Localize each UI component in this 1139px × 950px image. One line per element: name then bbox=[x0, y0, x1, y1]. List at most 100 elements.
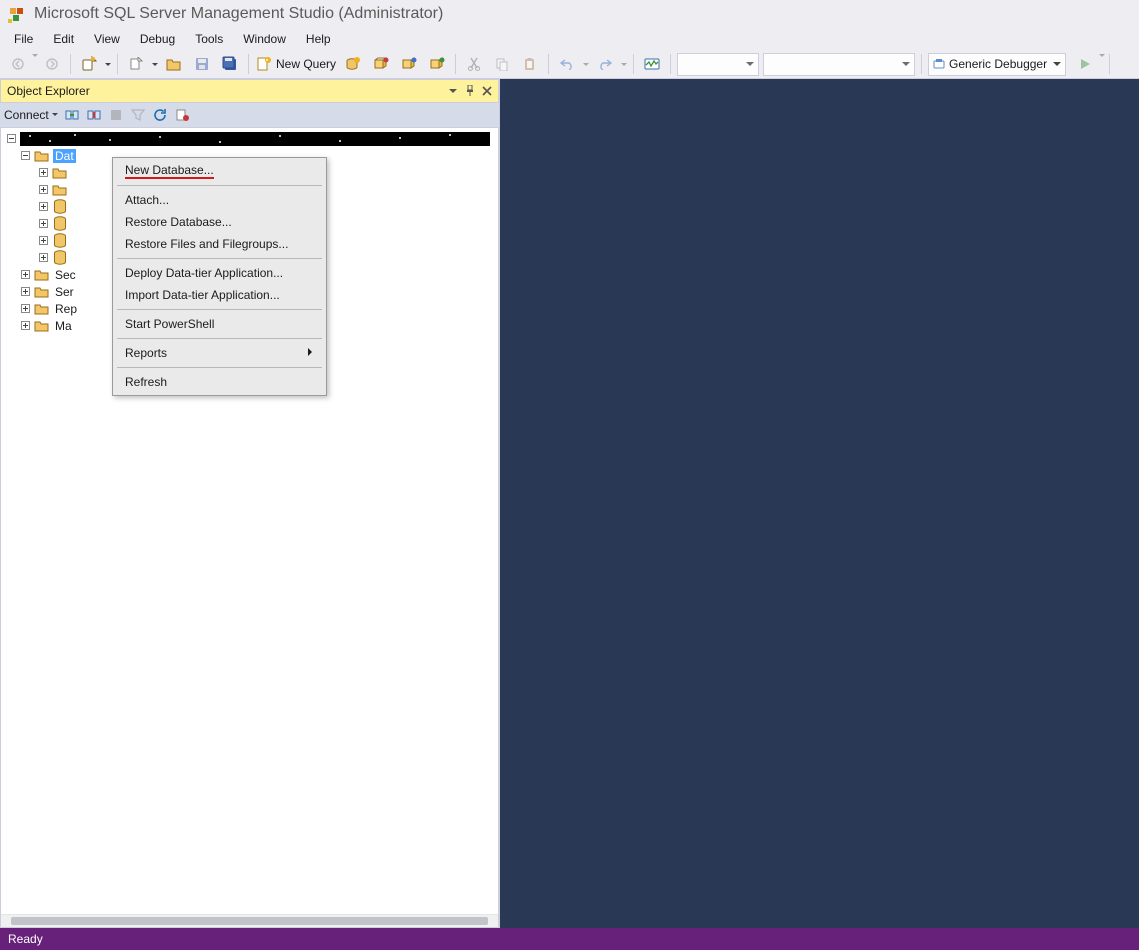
menu-separator bbox=[117, 367, 322, 368]
expand-icon[interactable] bbox=[37, 217, 50, 230]
save-button[interactable] bbox=[189, 53, 215, 75]
status-text: Ready bbox=[8, 932, 43, 946]
connect-oe-icon[interactable] bbox=[62, 105, 82, 125]
menu-restore-database[interactable]: Restore Database... bbox=[115, 211, 324, 233]
panel-close-icon[interactable] bbox=[480, 84, 494, 98]
collapse-icon[interactable] bbox=[19, 149, 32, 162]
menu-deploy-dta[interactable]: Deploy Data-tier Application... bbox=[115, 262, 324, 284]
tree-label: Rep bbox=[53, 302, 79, 316]
solution-platform-dropdown[interactable] bbox=[763, 53, 915, 76]
menu-start-powershell[interactable]: Start PowerShell bbox=[115, 313, 324, 335]
submenu-arrow-icon bbox=[308, 348, 316, 356]
policy-oe-icon[interactable] bbox=[172, 105, 192, 125]
menu-bar: File Edit View Debug Tools Window Help bbox=[0, 28, 1139, 50]
copy-button[interactable] bbox=[489, 53, 515, 75]
menu-separator bbox=[117, 185, 322, 186]
menu-import-dta[interactable]: Import Data-tier Application... bbox=[115, 284, 324, 306]
as-xmla-query-button[interactable] bbox=[424, 53, 450, 75]
tree-label: Sec bbox=[53, 268, 78, 282]
expand-icon[interactable] bbox=[19, 319, 32, 332]
menu-edit[interactable]: Edit bbox=[43, 29, 84, 49]
status-bar: Ready bbox=[0, 928, 1139, 950]
new-query-button[interactable]: New Query bbox=[254, 53, 338, 75]
database-icon bbox=[52, 216, 68, 232]
menu-new-database[interactable]: New Database... bbox=[115, 160, 324, 182]
stop-oe-icon[interactable] bbox=[106, 105, 126, 125]
folder-icon bbox=[52, 182, 68, 198]
tree-databases-label: Dat bbox=[53, 149, 76, 163]
panel-pin-icon[interactable] bbox=[463, 84, 477, 98]
expand-icon[interactable] bbox=[37, 234, 50, 247]
new-project-button[interactable] bbox=[76, 53, 102, 75]
horizontal-scrollbar[interactable] bbox=[1, 914, 498, 927]
menu-restore-files[interactable]: Restore Files and Filegroups... bbox=[115, 233, 324, 255]
disconnect-oe-icon[interactable] bbox=[84, 105, 104, 125]
database-icon bbox=[52, 250, 68, 266]
expand-icon[interactable] bbox=[37, 251, 50, 264]
object-explorer-toolbar: Connect bbox=[0, 103, 499, 128]
debug-target-label: Generic Debugger bbox=[949, 57, 1047, 71]
menu-refresh[interactable]: Refresh bbox=[115, 371, 324, 393]
menu-view[interactable]: View bbox=[84, 29, 130, 49]
menu-file[interactable]: File bbox=[4, 29, 43, 49]
new-project-dropdown[interactable] bbox=[103, 53, 113, 75]
new-query-label: New Query bbox=[276, 57, 336, 71]
title-bar: Microsoft SQL Server Management Studio (… bbox=[0, 0, 1139, 28]
menu-separator bbox=[117, 338, 322, 339]
connect-button[interactable]: Connect bbox=[4, 108, 58, 122]
database-icon bbox=[52, 233, 68, 249]
nav-back-button[interactable] bbox=[5, 53, 31, 75]
tree-label: Ser bbox=[53, 285, 76, 299]
expand-icon[interactable] bbox=[19, 268, 32, 281]
expand-icon[interactable] bbox=[37, 183, 50, 196]
debug-target-dropdown[interactable]: Generic Debugger bbox=[928, 53, 1066, 76]
cut-button[interactable] bbox=[461, 53, 487, 75]
collapse-icon[interactable] bbox=[5, 132, 18, 145]
open-file-button[interactable] bbox=[161, 53, 187, 75]
tree-label: Ma bbox=[53, 319, 74, 333]
expand-icon[interactable] bbox=[37, 166, 50, 179]
solution-config-dropdown[interactable] bbox=[677, 53, 759, 76]
folder-icon bbox=[52, 165, 68, 181]
menu-help[interactable]: Help bbox=[296, 29, 341, 49]
folder-icon bbox=[34, 284, 50, 300]
menu-separator bbox=[117, 258, 322, 259]
object-explorer-title: Object Explorer bbox=[7, 84, 446, 98]
tree-server-node[interactable] bbox=[5, 130, 498, 147]
expand-icon[interactable] bbox=[19, 302, 32, 315]
database-icon bbox=[52, 199, 68, 215]
start-debug-button[interactable] bbox=[1072, 53, 1098, 75]
refresh-oe-icon[interactable] bbox=[150, 105, 170, 125]
window-title: Microsoft SQL Server Management Studio (… bbox=[34, 5, 443, 23]
folder-icon bbox=[34, 148, 50, 164]
menu-separator bbox=[117, 309, 322, 310]
new-item-dropdown[interactable] bbox=[150, 53, 160, 75]
as-dmx-query-button[interactable] bbox=[396, 53, 422, 75]
object-explorer-titlebar[interactable]: Object Explorer bbox=[0, 79, 499, 103]
menu-attach[interactable]: Attach... bbox=[115, 189, 324, 211]
menu-tools[interactable]: Tools bbox=[185, 29, 233, 49]
menu-window[interactable]: Window bbox=[233, 29, 296, 49]
panel-menu-icon[interactable] bbox=[446, 84, 460, 98]
activity-monitor-button[interactable] bbox=[639, 53, 665, 75]
databases-context-menu: New Database... Attach... Restore Databa… bbox=[112, 157, 327, 396]
new-item-button[interactable] bbox=[123, 53, 149, 75]
paste-button[interactable] bbox=[517, 53, 543, 75]
redo-button[interactable] bbox=[592, 53, 618, 75]
menu-debug[interactable]: Debug bbox=[130, 29, 185, 49]
folder-icon bbox=[34, 267, 50, 283]
main-toolbar: New Query Generic Debugger bbox=[0, 50, 1139, 79]
db-engine-query-button[interactable] bbox=[340, 53, 366, 75]
nav-forward-button[interactable] bbox=[39, 53, 65, 75]
as-mdx-query-button[interactable] bbox=[368, 53, 394, 75]
save-all-button[interactable] bbox=[217, 53, 243, 75]
menu-reports[interactable]: Reports bbox=[115, 342, 324, 364]
folder-icon bbox=[34, 301, 50, 317]
undo-button[interactable] bbox=[554, 53, 580, 75]
ssms-app-icon bbox=[8, 5, 26, 23]
expand-icon[interactable] bbox=[37, 200, 50, 213]
expand-icon[interactable] bbox=[19, 285, 32, 298]
folder-icon bbox=[34, 318, 50, 334]
document-area bbox=[500, 79, 1139, 928]
filter-oe-icon[interactable] bbox=[128, 105, 148, 125]
